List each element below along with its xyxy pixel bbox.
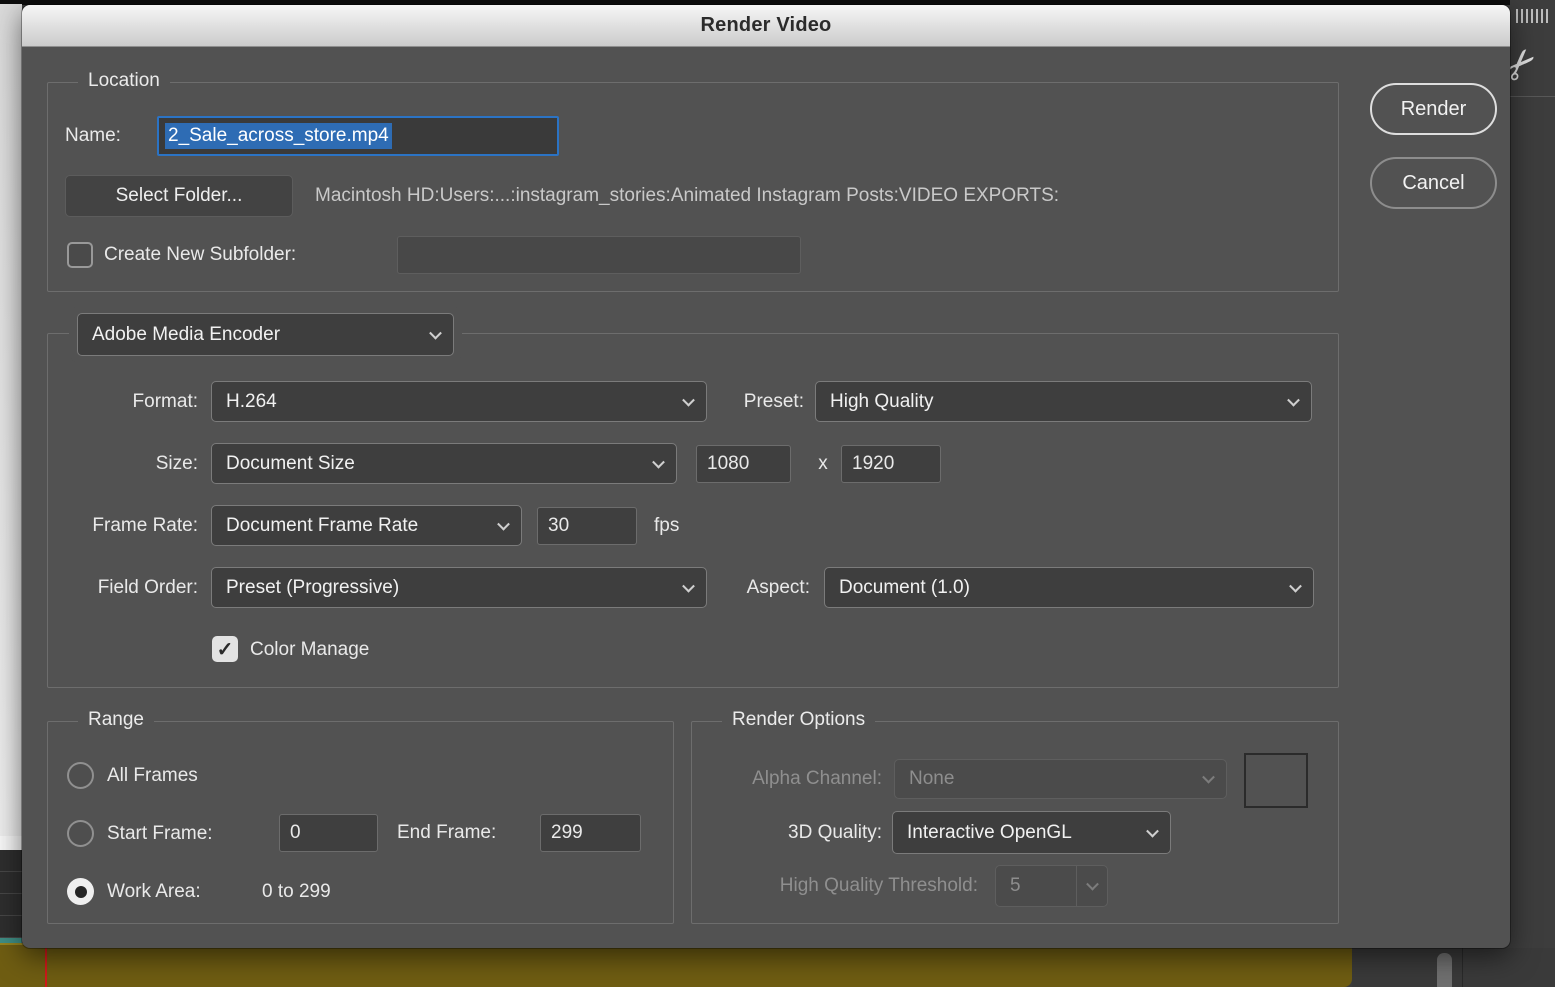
threshold-label: High Quality Threshold: bbox=[779, 875, 978, 896]
cancel-button[interactable]: Cancel bbox=[1370, 157, 1497, 209]
radio-dot-icon bbox=[74, 885, 87, 898]
chevron-down-icon bbox=[1146, 824, 1159, 838]
end-frame-label: End Frame: bbox=[397, 822, 497, 843]
format-select[interactable]: H.264 bbox=[211, 381, 707, 422]
select-folder-button[interactable]: Select Folder... bbox=[65, 175, 293, 217]
right-panel-background bbox=[1510, 0, 1555, 987]
alpha-channel-label: Alpha Channel: bbox=[752, 768, 882, 789]
work-area-radio[interactable] bbox=[67, 878, 94, 905]
color-manage-checkbox[interactable]: ✓ bbox=[212, 636, 238, 662]
quality-3d-label: 3D Quality: bbox=[788, 822, 882, 843]
name-label: Name: bbox=[65, 125, 121, 146]
alpha-channel-select: None bbox=[894, 759, 1227, 799]
render-button[interactable]: Render bbox=[1370, 83, 1497, 135]
field-order-value: Preset (Progressive) bbox=[226, 576, 400, 598]
threshold-stepper bbox=[1076, 866, 1107, 906]
chevron-down-icon bbox=[1287, 393, 1300, 407]
tick bbox=[1541, 9, 1543, 23]
timeline-right-panel bbox=[1352, 948, 1555, 987]
work-area-range-value: 0 to 299 bbox=[262, 881, 331, 902]
preset-label: Preset: bbox=[743, 391, 804, 412]
all-frames-label: All Frames bbox=[107, 765, 198, 786]
panel-divider-vertical bbox=[1462, 948, 1463, 987]
alpha-color-swatch bbox=[1244, 753, 1308, 808]
aspect-label: Aspect: bbox=[746, 577, 810, 598]
chevron-down-icon bbox=[429, 326, 442, 340]
fps-input[interactable]: 30 bbox=[537, 507, 637, 545]
format-label: Format: bbox=[132, 391, 198, 412]
format-value: H.264 bbox=[226, 390, 277, 412]
name-input[interactable]: 2_Sale_across_store.mp4 bbox=[157, 116, 559, 156]
alpha-channel-value: None bbox=[909, 768, 955, 789]
dimensions-times-label: x bbox=[818, 453, 828, 474]
preset-value: High Quality bbox=[830, 390, 934, 412]
layers-panel-rows bbox=[0, 850, 22, 938]
chevron-down-icon bbox=[1289, 579, 1302, 593]
all-frames-radio[interactable] bbox=[67, 762, 94, 789]
playhead-line bbox=[45, 945, 47, 987]
check-icon: ✓ bbox=[216, 638, 234, 661]
size-label: Size: bbox=[155, 453, 198, 474]
frame-rate-select[interactable]: Document Frame Rate bbox=[211, 505, 522, 546]
chevron-down-icon bbox=[682, 579, 695, 593]
range-legend: Range bbox=[78, 709, 154, 731]
encoder-engine-select[interactable]: Adobe Media Encoder bbox=[77, 313, 454, 356]
subfolder-input[interactable] bbox=[397, 236, 801, 274]
create-subfolder-checkbox[interactable] bbox=[67, 242, 93, 268]
color-manage-label: Color Manage bbox=[250, 639, 370, 660]
frame-rate-value: Document Frame Rate bbox=[226, 514, 419, 536]
tick bbox=[1546, 9, 1548, 23]
dialog-titlebar[interactable]: Render Video bbox=[22, 5, 1510, 47]
field-order-select[interactable]: Preset (Progressive) bbox=[211, 567, 707, 608]
left-panel-highlight bbox=[0, 836, 22, 850]
dialog-title: Render Video bbox=[700, 14, 832, 36]
output-path: Macintosh HD:Users:...:instagram_stories… bbox=[315, 185, 1060, 206]
chevron-down-icon bbox=[682, 393, 695, 407]
location-legend: Location bbox=[78, 70, 170, 92]
field-order-label: Field Order: bbox=[97, 577, 198, 598]
render-options-legend: Render Options bbox=[722, 709, 876, 731]
photoshop-screen: ✂ Render Video Location Name: 2_Sale_acr… bbox=[0, 0, 1555, 987]
width-input[interactable]: 1080 bbox=[696, 445, 791, 483]
fps-unit-label: fps bbox=[654, 515, 680, 536]
chevron-down-icon bbox=[1202, 770, 1215, 784]
tick bbox=[1531, 9, 1533, 23]
tick bbox=[1516, 9, 1518, 23]
size-select[interactable]: Document Size bbox=[211, 443, 677, 484]
ruler-ticks bbox=[1516, 9, 1548, 23]
threshold-combo: 5 bbox=[995, 865, 1108, 907]
name-value-selected: 2_Sale_across_store.mp4 bbox=[165, 123, 392, 149]
left-panel-background bbox=[0, 4, 22, 836]
quality-3d-select[interactable]: Interactive OpenGL bbox=[892, 811, 1171, 854]
work-area-label: Work Area: bbox=[107, 881, 201, 902]
start-frame-radio[interactable] bbox=[67, 820, 94, 847]
create-subfolder-label: Create New Subfolder: bbox=[104, 244, 297, 265]
scrollbar-thumb[interactable] bbox=[1437, 953, 1452, 987]
render-video-dialog: Render Video Location Name: 2_Sale_acros… bbox=[22, 5, 1510, 948]
chevron-down-icon bbox=[497, 517, 510, 531]
chevron-down-icon bbox=[1086, 877, 1099, 891]
encoder-engine-value: Adobe Media Encoder bbox=[92, 323, 281, 345]
tick bbox=[1536, 9, 1538, 23]
timeline-clip-bar bbox=[0, 943, 1352, 987]
quality-3d-value: Interactive OpenGL bbox=[907, 821, 1072, 843]
chevron-down-icon bbox=[652, 455, 665, 469]
threshold-value: 5 bbox=[1010, 875, 1021, 896]
aspect-select[interactable]: Document (1.0) bbox=[824, 567, 1314, 608]
frame-rate-label: Frame Rate: bbox=[92, 515, 198, 536]
panel-divider bbox=[1510, 96, 1555, 97]
tick bbox=[1526, 9, 1528, 23]
start-frame-label: Start Frame: bbox=[107, 823, 213, 844]
height-input[interactable]: 1920 bbox=[841, 445, 941, 483]
start-frame-input[interactable]: 0 bbox=[279, 814, 378, 852]
preset-select[interactable]: High Quality bbox=[815, 381, 1312, 422]
aspect-value: Document (1.0) bbox=[839, 576, 970, 598]
tick bbox=[1521, 9, 1523, 23]
end-frame-input[interactable]: 299 bbox=[540, 814, 641, 852]
size-value: Document Size bbox=[226, 452, 355, 474]
